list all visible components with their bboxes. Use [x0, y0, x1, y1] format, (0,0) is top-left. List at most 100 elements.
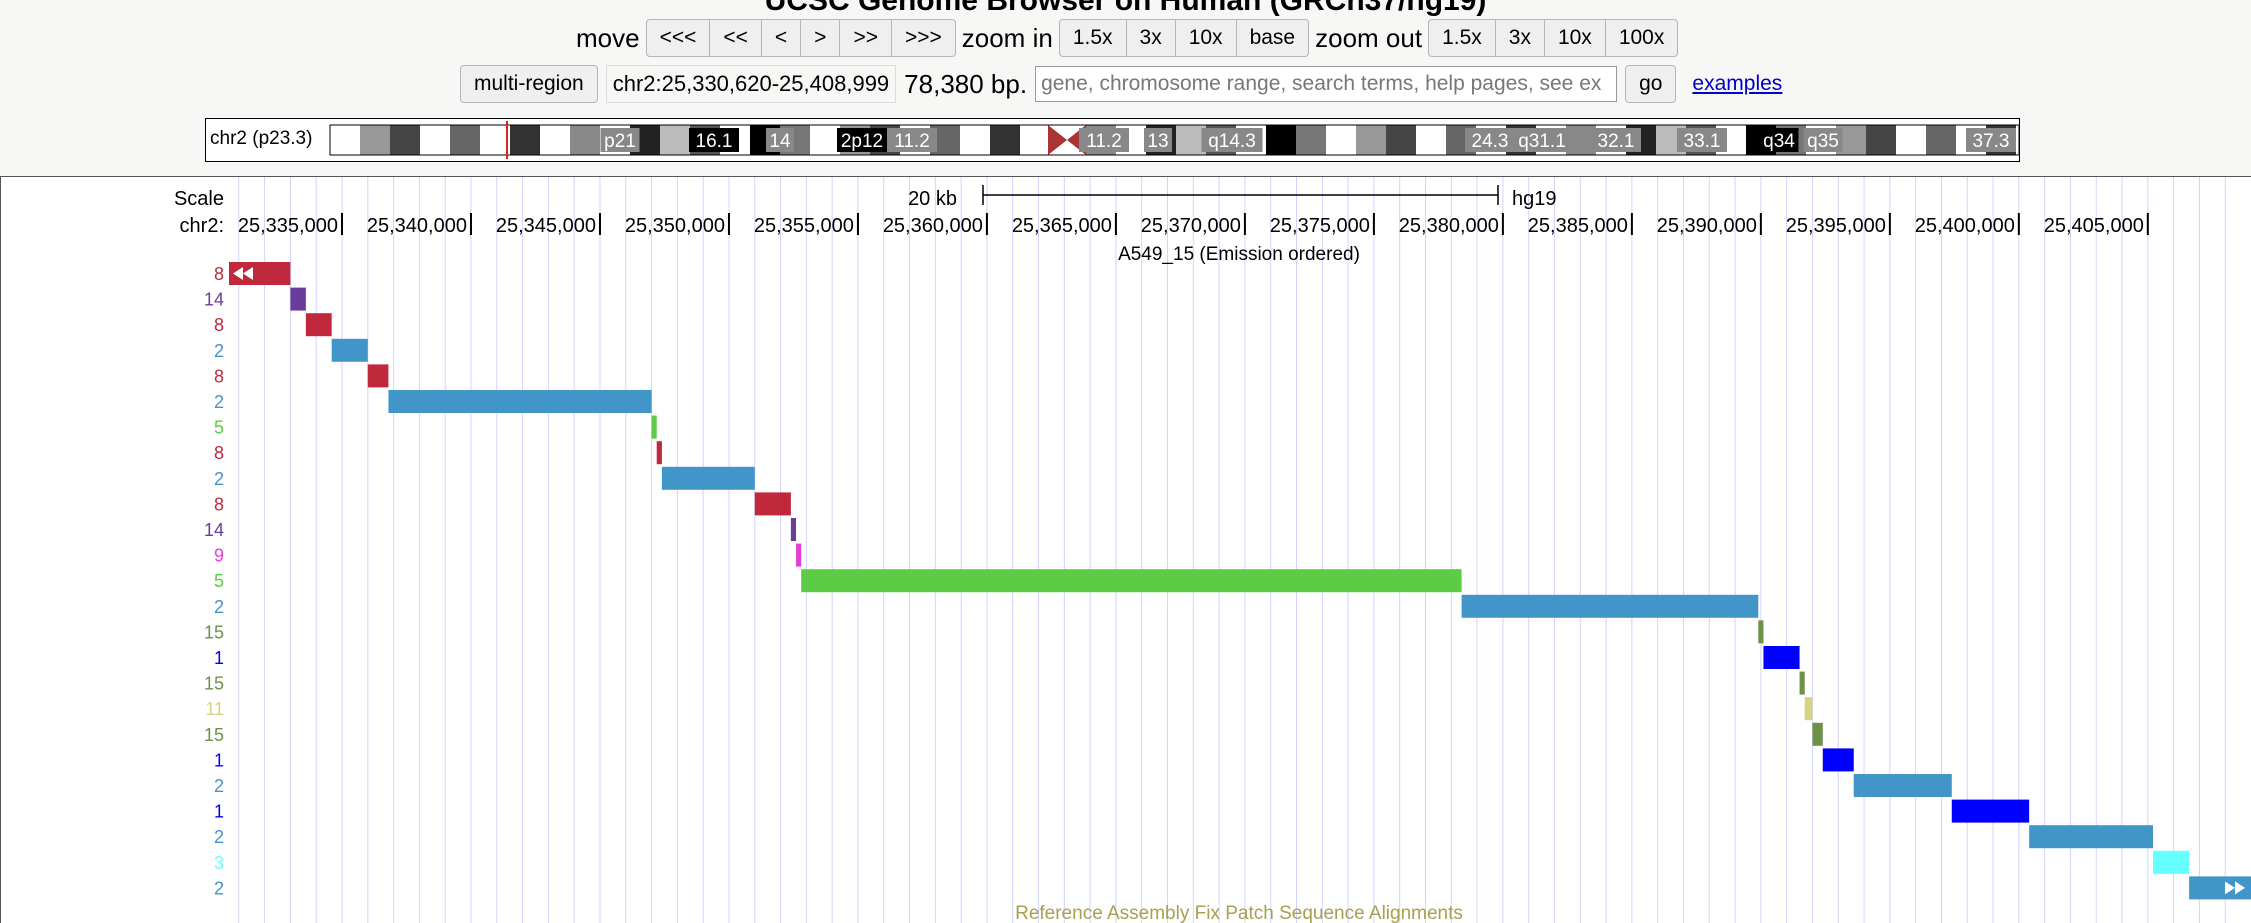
state-bar[interactable]: [1799, 671, 1805, 695]
state-bar[interactable]: [305, 313, 332, 337]
state-bar[interactable]: [1951, 799, 2030, 823]
state-bar[interactable]: [290, 287, 306, 311]
search-input[interactable]: [1035, 66, 1618, 102]
region-size: 78,380 bp.: [904, 68, 1028, 99]
state-bar[interactable]: [2029, 825, 2153, 849]
state-bar[interactable]: [2152, 850, 2190, 874]
assembly-label: hg19: [1512, 188, 1557, 210]
state-row-label: 8: [214, 264, 224, 284]
zoom-out-label: zoom out: [1315, 22, 1423, 53]
state-row-label: 11: [205, 699, 224, 719]
state-row-label: 15: [204, 622, 224, 642]
state-labels: 8 14 8 2 8 2 5 8 2 8 14 9 5 2 15 1 15 11 15 1 2 1 2 3 2: [204, 264, 224, 898]
state-row-label: 8: [214, 494, 224, 514]
ruler-tick-label: 25,385,000: [1528, 215, 1628, 237]
state-row-label: 8: [214, 366, 224, 386]
state-bar[interactable]: [388, 390, 652, 413]
move-far-right-button[interactable]: >>>: [890, 19, 956, 57]
state-row-label: 1: [214, 750, 224, 770]
move-right-button[interactable]: >: [800, 19, 841, 57]
track-svg: Scale chr2: 20 kb hg19 25,335,000 25,340,…: [174, 177, 2251, 923]
ideogram-band: [1266, 125, 1296, 155]
state-row-label: 8: [214, 443, 224, 463]
zoom-out-100x-button[interactable]: 100x: [1604, 19, 1679, 57]
zoom-in-10x-button[interactable]: 10x: [1174, 19, 1237, 57]
state-bar[interactable]: [661, 466, 755, 490]
ideogram-band: [990, 125, 1020, 155]
zoom-out-1-5x-button[interactable]: 1.5x: [1428, 19, 1496, 57]
ruler-tick-label: 25,400,000: [1915, 215, 2015, 237]
state-bar[interactable]: [1853, 774, 1952, 797]
move-label: move: [576, 22, 640, 53]
go-button[interactable]: go: [1625, 65, 1677, 103]
ideogram-band: [480, 125, 510, 155]
ideogram-band-label: 33.1: [1684, 131, 1721, 152]
state-bar[interactable]: [1763, 646, 1800, 669]
ruler-tick-label: 25,335,000: [238, 215, 338, 237]
chrom-label: chr2:: [180, 215, 224, 237]
state-bar[interactable]: [796, 543, 802, 567]
ideogram-band-label: 32.1: [1598, 131, 1635, 152]
examples-link[interactable]: examples: [1692, 72, 1782, 96]
state-bar[interactable]: [656, 441, 662, 465]
ideogram-band-label: 16.1: [696, 131, 733, 152]
chromosome-ideogram[interactable]: chr2 (p23.3) p21 16.1 14 2p12 11.2 11.2 13 q14.…: [205, 118, 2020, 162]
ideogram-band-label: 13: [1147, 131, 1168, 152]
state-bar[interactable]: [1822, 748, 1854, 772]
zoom-out-button-group: 1.5x 3x 10x 100x: [1428, 19, 1679, 57]
state-row-label: 2: [214, 827, 224, 847]
state-row-label: 2: [214, 597, 224, 617]
multi-region-button[interactable]: multi-region: [460, 65, 598, 103]
state-bar[interactable]: [367, 364, 389, 388]
state-bar[interactable]: [1758, 620, 1764, 644]
move-right-more-button[interactable]: >>: [839, 19, 892, 57]
nav-controls: move <<< << < > >> >>> zoom in 1.5x 3x 1…: [570, 19, 1679, 57]
ideogram-band: [420, 125, 450, 155]
ideogram-band: [510, 125, 540, 155]
state-bar[interactable]: [1804, 697, 1813, 721]
state-bar[interactable]: [331, 338, 368, 362]
zoom-in-base-button[interactable]: base: [1235, 19, 1310, 57]
ideogram-band: [1326, 125, 1356, 155]
state-bar[interactable]: [1812, 722, 1823, 746]
state-bar[interactable]: [790, 518, 797, 541]
state-bars: [229, 262, 2251, 900]
state-row-label: 15: [204, 674, 224, 694]
ideogram-band: [1866, 125, 1896, 155]
ideogram-band: [1020, 125, 1048, 155]
zoom-out-10x-button[interactable]: 10x: [1543, 19, 1606, 57]
state-bar[interactable]: [651, 415, 657, 439]
state-row-label: 2: [214, 776, 224, 796]
ideogram-band: [660, 125, 690, 155]
ideogram-band: [960, 125, 990, 155]
track-image[interactable]: Scale chr2: 20 kb hg19 25,335,000 25,340,…: [0, 176, 2251, 923]
ideogram-bands: p21 16.1 14 2p12 11.2 11.2 13 q14.3 24.3 q31.1 32.…: [329, 121, 2020, 159]
ideogram-band-label: p21: [604, 131, 636, 152]
ruler-tick-label: 25,350,000: [625, 215, 725, 237]
zoom-in-3x-button[interactable]: 3x: [1125, 19, 1176, 57]
zoom-in-button-group: 1.5x 3x 10x base: [1058, 19, 1310, 57]
state-row-label: 2: [214, 392, 224, 412]
move-left-more-button[interactable]: <<: [709, 19, 762, 57]
ruler-tick-label: 25,380,000: [1399, 215, 1499, 237]
state-row-label: 15: [204, 725, 224, 745]
ideogram-band: [1296, 125, 1326, 155]
state-bar[interactable]: [801, 569, 1462, 593]
state-bar[interactable]: [1461, 594, 1759, 618]
ideogram-band-label: 11.2: [1086, 131, 1122, 152]
zoom-in-label: zoom in: [961, 22, 1053, 53]
zoom-out-3x-button[interactable]: 3x: [1494, 19, 1545, 57]
ideogram-band-label: q34: [1763, 131, 1795, 152]
move-far-left-button[interactable]: <<<: [645, 19, 711, 57]
state-bar[interactable]: [754, 492, 791, 516]
zoom-in-1-5x-button[interactable]: 1.5x: [1058, 19, 1127, 57]
ruler-tick-label: 25,405,000: [2044, 215, 2144, 237]
state-row-label: 3: [214, 853, 224, 873]
ideogram-band-label: 11.2: [894, 131, 930, 152]
move-button-group: <<< << < > >> >>>: [645, 19, 956, 57]
state-row-label: 2: [214, 469, 224, 489]
state-row-label: 1: [214, 648, 224, 668]
move-left-button[interactable]: <: [760, 19, 802, 57]
next-track-name: Reference Assembly Fix Patch Sequence Al…: [1015, 903, 1463, 923]
ideogram-band: [810, 125, 840, 155]
